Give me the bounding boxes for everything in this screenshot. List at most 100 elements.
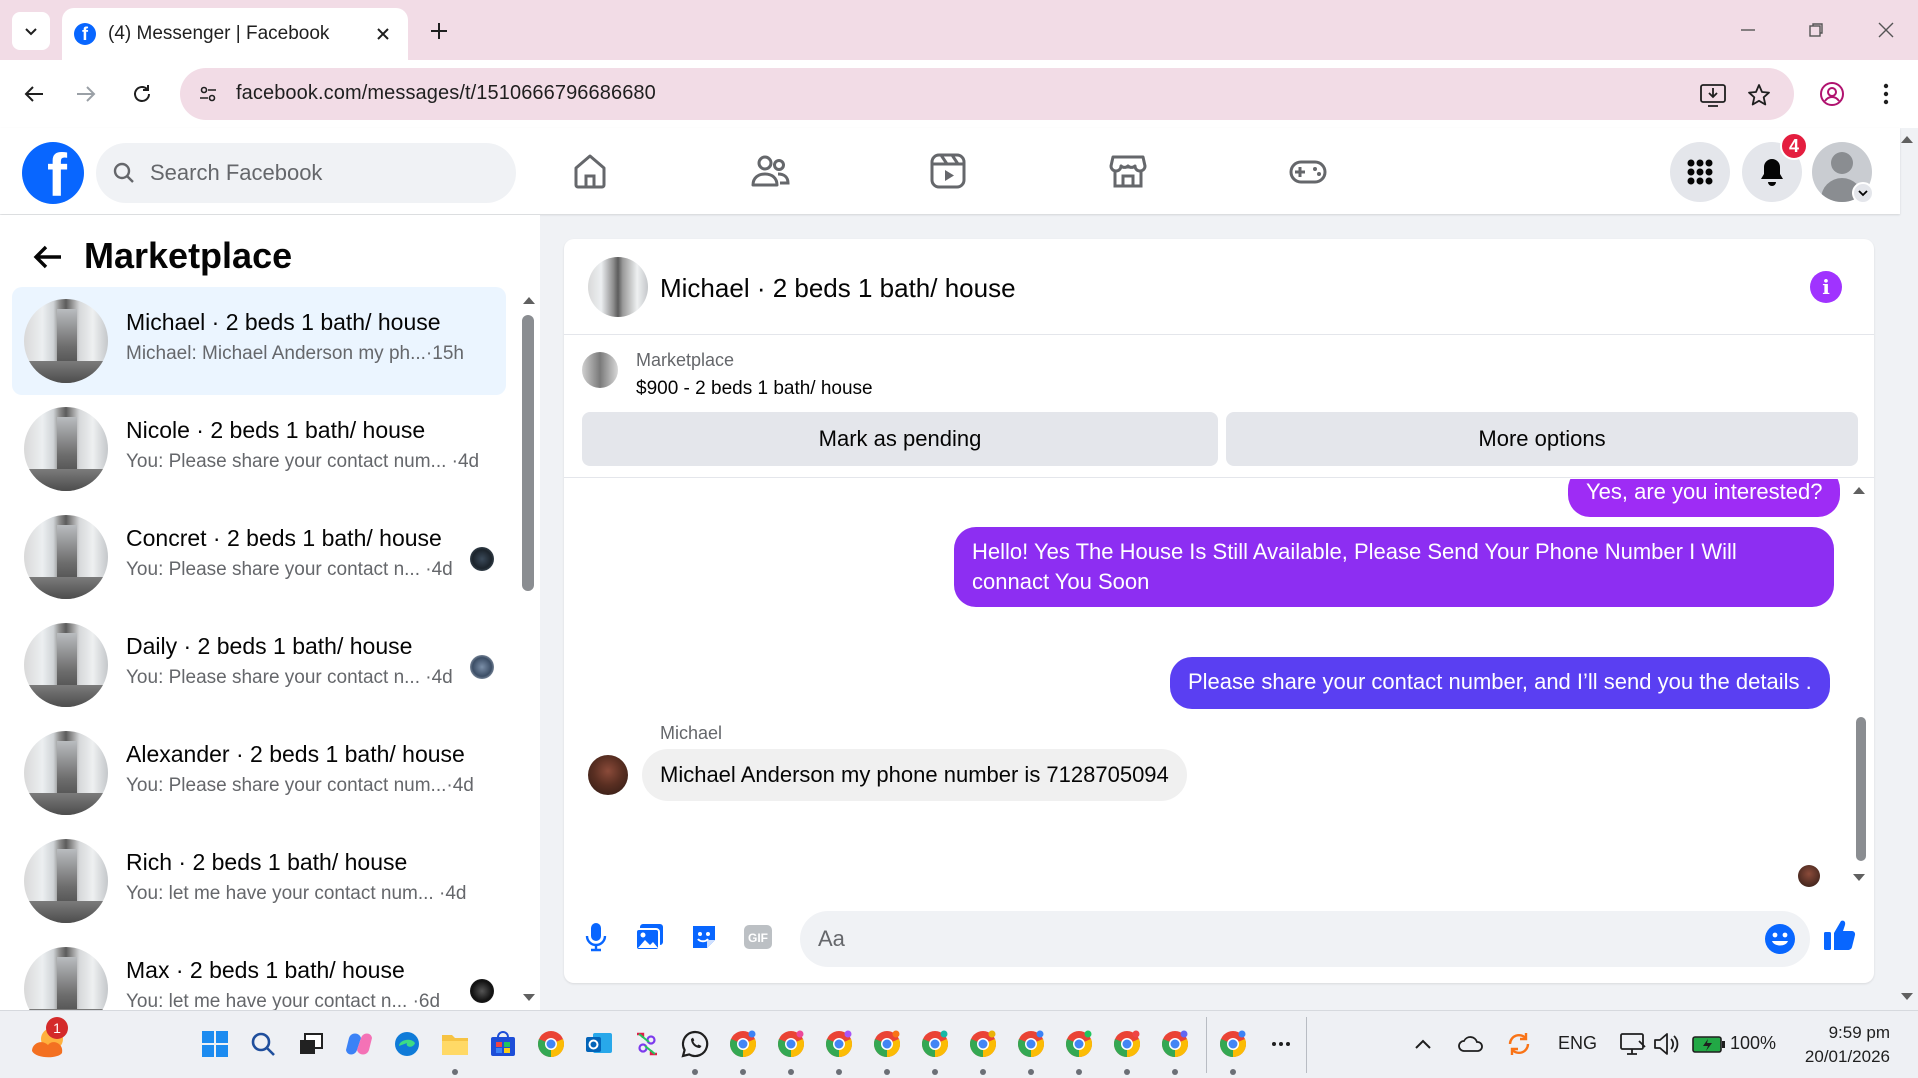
list-scrollbar-thumb[interactable] [522,315,534,591]
chrome-window-8[interactable] [1064,1029,1094,1059]
show-hidden-icons-button[interactable] [1408,1029,1438,1059]
tab-search-dropdown-button[interactable] [12,12,50,50]
task-view-button[interactable] [296,1029,326,1059]
store-button[interactable] [488,1029,518,1059]
forward-button[interactable] [70,78,102,110]
snippet-time: 4d [457,451,480,472]
page-scroll-up-icon[interactable] [1900,134,1914,144]
chrome-window-10[interactable] [1160,1029,1190,1059]
info-icon[interactable]: i [1810,271,1842,303]
facebook-logo[interactable]: f [22,142,84,204]
marketplace-tab[interactable] [1104,149,1152,193]
cloud-icon [1458,1036,1483,1052]
window-close-button[interactable] [1866,14,1906,46]
sync-button[interactable] [1504,1029,1534,1059]
chrome-window-6[interactable] [968,1029,998,1059]
whatsapp-button[interactable] [680,1029,710,1059]
search-taskbar-button[interactable] [248,1029,278,1059]
chrome-window-3[interactable] [824,1029,854,1059]
gif-icon: GIF [744,925,772,949]
like-send-button[interactable] [1820,915,1860,955]
reload-button[interactable] [126,78,158,110]
weather-badge: 1 [46,1017,68,1039]
edge-icon [395,1032,419,1056]
conversation-item-concret[interactable]: Concret · 2 beds 1 bath/ house You: Plea… [12,503,506,611]
browser-menu-button[interactable] [1870,78,1902,110]
conversation-item-nicole[interactable]: Nicole · 2 beds 1 bath/ house You: Pleas… [12,395,506,503]
gif-button[interactable]: GIF [740,919,776,955]
chrome-window-4[interactable] [872,1029,902,1059]
browser-tab-active[interactable]: f (4) Messenger | Facebook [62,8,408,60]
onedrive-button[interactable] [1456,1029,1486,1059]
conversation-item-max[interactable]: Max · 2 beds 1 bath/ house You: let me h… [12,935,506,1010]
arrow-right-icon [77,86,96,102]
emoji-icon[interactable] [1764,923,1796,955]
back-button[interactable] [18,78,50,110]
video-tab[interactable] [924,149,972,193]
minimize-button[interactable] [1728,14,1768,46]
reload-icon [134,85,150,102]
chrome-window-2[interactable] [776,1029,806,1059]
list-scroll-up-icon[interactable] [522,295,536,305]
restore-button[interactable] [1796,14,1836,46]
bookmark-button[interactable] [1744,80,1774,110]
copilot-button[interactable] [344,1029,374,1059]
menu-button[interactable] [1670,142,1730,202]
message-input[interactable]: Aa [800,911,1810,967]
start-button[interactable] [200,1029,230,1059]
chrome-window-9[interactable] [1112,1029,1142,1059]
seen-avatar [470,547,494,571]
snippet-time: 6d [418,991,441,1010]
chat-title[interactable]: Michael · 2 beds 1 bath/ house [660,273,1016,304]
volume-button[interactable] [1652,1029,1682,1059]
snipping-tool-button[interactable] [632,1029,662,1059]
chrome-window-5[interactable] [920,1029,950,1059]
sender-avatar[interactable] [588,755,628,795]
file-explorer-button[interactable] [440,1029,470,1059]
list-scroll-down-icon[interactable] [522,993,536,1003]
attach-media-button[interactable] [632,919,668,955]
profile-button[interactable] [1816,78,1848,110]
page-scroll-down-icon[interactable] [1900,992,1914,1002]
clock[interactable]: 9:59 pm 20/01/2026 [1770,1021,1890,1069]
battery-button[interactable] [1692,1029,1726,1059]
gaming-tab[interactable] [1284,149,1332,193]
listing-price-title[interactable]: $900 - 2 beds 1 bath/ house [636,378,873,400]
account-dropdown-button[interactable] [1852,182,1874,204]
thread-scrollbar-thumb[interactable] [1856,717,1866,861]
language-indicator[interactable]: ENG [1558,1033,1597,1054]
facebook-search-input[interactable]: Search Facebook [96,143,516,203]
tab-close-button[interactable] [370,21,396,47]
thread-scroll-down-icon[interactable] [1852,873,1866,883]
chrome-window-1[interactable] [728,1029,758,1059]
home-tab[interactable] [566,149,614,193]
conversation-item-daily[interactable]: Daily · 2 beds 1 bath/ house You: Please… [12,611,506,719]
friends-tab[interactable] [746,149,794,193]
new-tab-button[interactable] [424,16,454,46]
chrome-window-7[interactable] [1016,1029,1046,1059]
mark-as-pending-button[interactable]: Mark as pending [582,412,1218,466]
network-button[interactable] [1618,1029,1648,1059]
address-bar[interactable]: facebook.com/messages/t/1510666796686680 [180,68,1794,120]
sticker-button[interactable] [686,919,722,955]
chrome-button[interactable] [536,1029,566,1059]
thread-scroll-up-icon[interactable] [1852,485,1866,495]
site-info-icon[interactable] [194,80,222,108]
more-options-button[interactable]: More options [1226,412,1858,466]
outlook-button[interactable] [584,1029,614,1059]
listing-thumbnail[interactable] [582,352,618,388]
chat-avatar[interactable] [588,257,648,317]
voice-clip-button[interactable] [578,919,614,955]
install-app-button[interactable] [1698,80,1728,110]
outlook-icon [586,1033,612,1053]
more-apps-button[interactable] [1266,1029,1296,1059]
conversation-item-rich[interactable]: Rich · 2 beds 1 bath/ house You: let me … [12,827,506,935]
listing-thumbnail [24,947,108,1010]
back-to-chats-button[interactable] [28,237,68,277]
conversation-item-alexander[interactable]: Alexander · 2 beds 1 bath/ house You: Pl… [12,719,506,827]
running-indicator [836,1069,842,1075]
listing-thumbnail [24,299,108,383]
conversation-item-michael[interactable]: Michael · 2 beds 1 bath/ house Michael: … [12,287,506,395]
chrome-window-active[interactable] [1218,1029,1248,1059]
edge-button[interactable] [392,1029,422,1059]
